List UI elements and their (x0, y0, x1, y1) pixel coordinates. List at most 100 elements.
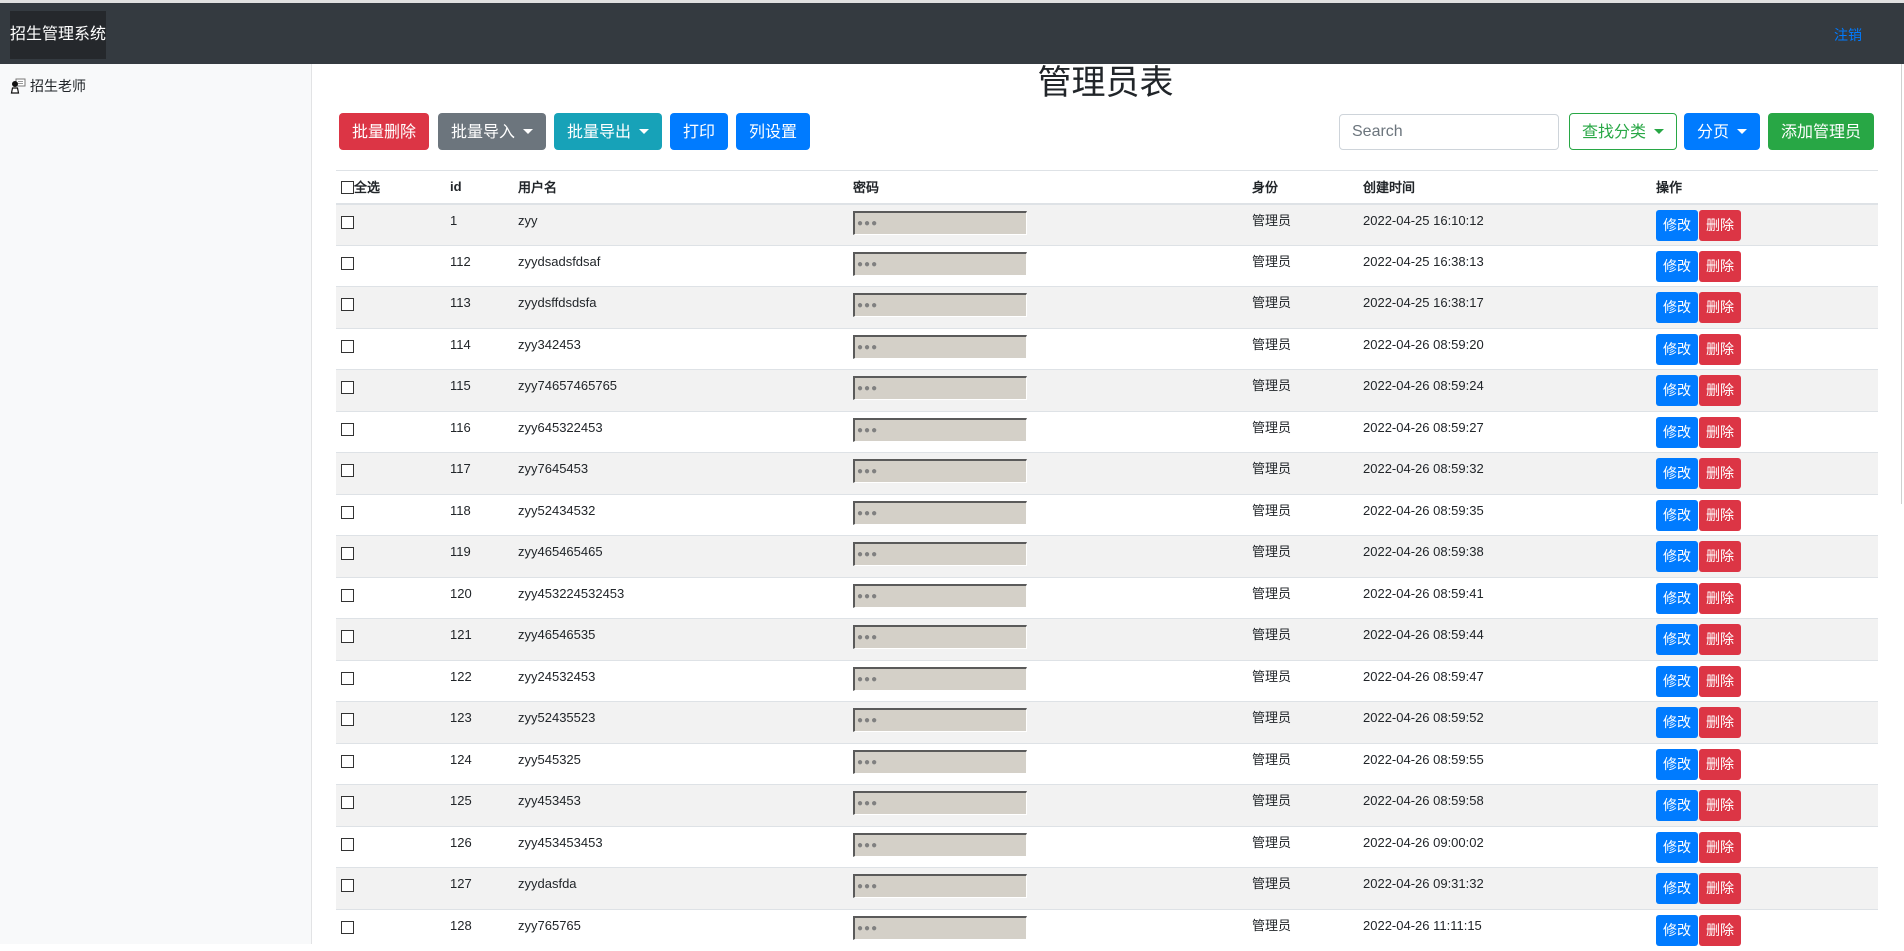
delete-button[interactable]: 删除 (1699, 582, 1741, 614)
delete-button[interactable]: 删除 (1699, 333, 1741, 365)
edit-button[interactable]: 修改 (1656, 707, 1698, 738)
password-field[interactable]: ●●● (853, 459, 1027, 483)
column-settings-button[interactable]: 列设置 (736, 113, 811, 150)
row-select-cell (336, 825, 445, 868)
password-field[interactable]: ●●● (853, 625, 1027, 649)
password-field[interactable]: ●●● (853, 293, 1027, 317)
delete-button[interactable]: 删除 (1699, 375, 1741, 406)
password-field[interactable]: ●●● (853, 583, 1027, 608)
cell-actions: 修改 删除 (1651, 576, 1878, 619)
password-field[interactable]: ●●● (853, 832, 1027, 857)
password-field[interactable]: ●●● (853, 915, 1027, 940)
edit-button[interactable]: 修改 (1656, 914, 1698, 946)
row-checkbox[interactable] (341, 671, 354, 685)
password-field[interactable]: ●●● (853, 666, 1027, 691)
cell-username: zyy645322453 (513, 410, 848, 453)
edit-button[interactable]: 修改 (1656, 416, 1698, 448)
row-checkbox[interactable] (341, 464, 354, 478)
delete-button[interactable]: 删除 (1699, 416, 1741, 448)
edit-button[interactable]: 修改 (1656, 873, 1698, 904)
row-checkbox[interactable] (341, 837, 354, 851)
password-field[interactable]: ●●● (853, 749, 1027, 774)
edit-button[interactable]: 修改 (1656, 665, 1698, 697)
delete-button[interactable]: 删除 (1699, 250, 1741, 282)
edit-button[interactable]: 修改 (1656, 458, 1698, 489)
search-input[interactable] (1339, 114, 1559, 150)
row-checkbox[interactable] (341, 339, 354, 353)
table-row: 123 zyy52435523 ●●● 管理员 2022-04-26 08:59:52 修… (336, 701, 1878, 743)
delete-button[interactable]: 删除 (1699, 790, 1741, 821)
row-checkbox[interactable] (341, 879, 354, 893)
delete-button[interactable]: 删除 (1699, 914, 1741, 946)
edit-button[interactable]: 修改 (1656, 748, 1698, 780)
row-checkbox[interactable] (341, 713, 354, 727)
edit-button[interactable]: 修改 (1656, 499, 1698, 531)
delete-button[interactable]: 删除 (1699, 748, 1741, 780)
edit-button[interactable]: 修改 (1656, 250, 1698, 282)
password-field[interactable]: ●●● (853, 210, 1027, 235)
select-all-header[interactable]: 全选 (336, 170, 445, 205)
password-field[interactable]: ●●● (853, 791, 1027, 815)
password-field[interactable]: ●●● (853, 334, 1027, 359)
print-button[interactable]: 打印 (670, 113, 729, 150)
password-field[interactable]: ●●● (853, 376, 1027, 400)
row-checkbox[interactable] (341, 505, 354, 519)
cell-id: 114 (445, 327, 513, 370)
cell-role: 管理员 (1247, 493, 1358, 536)
delete-button[interactable]: 删除 (1699, 458, 1741, 489)
delete-button[interactable]: 删除 (1699, 499, 1741, 531)
delete-button[interactable]: 删除 (1699, 292, 1741, 323)
row-checkbox[interactable] (341, 796, 354, 810)
delete-button[interactable]: 删除 (1699, 541, 1741, 572)
password-field[interactable]: ●●● (853, 251, 1027, 276)
row-checkbox[interactable] (341, 547, 354, 561)
password-field[interactable]: ●●● (853, 542, 1027, 566)
password-field[interactable]: ●●● (853, 500, 1027, 525)
select-all-checkbox[interactable] (341, 181, 354, 195)
edit-button[interactable]: 修改 (1656, 582, 1698, 614)
row-checkbox[interactable] (341, 422, 354, 436)
delete-button[interactable]: 删除 (1699, 873, 1741, 904)
search-category-dropdown[interactable]: 查找分类 (1569, 113, 1678, 150)
edit-button[interactable]: 修改 (1656, 333, 1698, 365)
delete-button[interactable]: 删除 (1699, 665, 1741, 697)
cell-id: 117 (445, 452, 513, 494)
cell-actions: 修改 删除 (1651, 244, 1878, 287)
row-checkbox[interactable] (341, 588, 354, 602)
batch-import-dropdown[interactable]: 批量导入 (438, 113, 547, 150)
sidebar-item-teachers[interactable]: 招生老师 (10, 76, 86, 96)
batch-delete-button[interactable]: 批量删除 (339, 113, 430, 150)
logout-link[interactable]: 注销 (1834, 25, 1862, 45)
delete-button[interactable]: 删除 (1699, 209, 1741, 241)
brand-logo[interactable]: 招生管理系统 (10, 11, 106, 59)
row-checkbox[interactable] (341, 920, 354, 934)
delete-button[interactable]: 删除 (1699, 707, 1741, 738)
cell-actions: 修改 删除 (1651, 618, 1878, 660)
cell-created: 2022-04-25 16:10:12 (1358, 203, 1651, 245)
edit-button[interactable]: 修改 (1656, 831, 1698, 863)
add-admin-button[interactable]: 添加管理员 (1768, 113, 1875, 150)
edit-button[interactable]: 修改 (1656, 375, 1698, 406)
cell-role: 管理员 (1247, 244, 1358, 287)
row-checkbox[interactable] (341, 256, 354, 270)
scrollbar[interactable] (1901, 64, 1902, 504)
edit-button[interactable]: 修改 (1656, 209, 1698, 241)
delete-button[interactable]: 删除 (1699, 831, 1741, 863)
edit-button[interactable]: 修改 (1656, 624, 1698, 655)
row-checkbox[interactable] (341, 215, 354, 229)
edit-button[interactable]: 修改 (1656, 790, 1698, 821)
row-checkbox[interactable] (341, 298, 354, 312)
row-checkbox[interactable] (341, 630, 354, 644)
row-checkbox[interactable] (341, 754, 354, 768)
row-checkbox[interactable] (341, 381, 354, 395)
delete-button[interactable]: 删除 (1699, 624, 1741, 655)
table-row: 124 zyy545325 ●●● 管理员 2022-04-26 08:59:55 修改删… (336, 742, 1878, 785)
edit-button[interactable]: 修改 (1656, 541, 1698, 572)
password-field[interactable]: ●●● (853, 708, 1027, 732)
password-field[interactable]: ●●● (853, 417, 1027, 442)
cell-id: 124 (445, 742, 513, 785)
pagination-dropdown[interactable]: 分页 (1684, 113, 1761, 150)
batch-export-dropdown[interactable]: 批量导出 (554, 113, 663, 150)
password-field[interactable]: ●●● (853, 874, 1027, 898)
edit-button[interactable]: 修改 (1656, 292, 1698, 323)
